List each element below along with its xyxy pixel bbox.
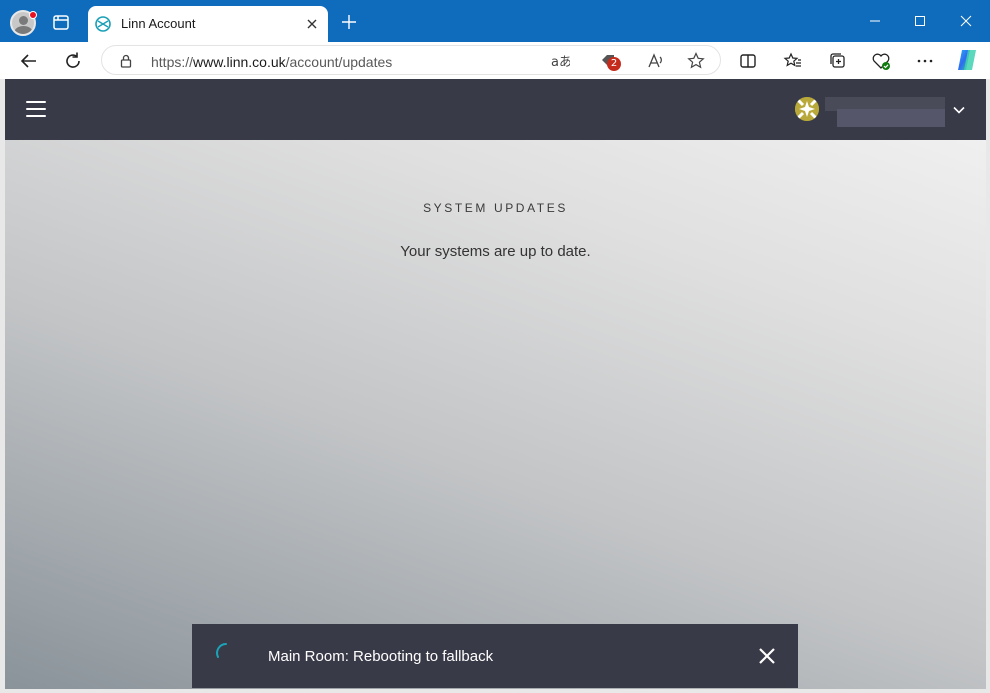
- url-text[interactable]: https://www.linn.co.uk/account/updates: [151, 54, 392, 70]
- notification-toast: Main Room: Rebooting to fallback: [192, 624, 798, 688]
- avatar[interactable]: [795, 97, 819, 121]
- toast-message: Main Room: Rebooting to fallback: [268, 648, 494, 665]
- favorites-icon[interactable]: [781, 49, 805, 73]
- refresh-icon[interactable]: [61, 49, 85, 73]
- profile-notification-dot: [29, 11, 37, 19]
- address-bar[interactable]: https://www.linn.co.uk/account/updates a…: [101, 45, 721, 75]
- browser-title-bar: Linn Account: [0, 0, 990, 42]
- extension-badge: 2: [607, 57, 621, 71]
- tab-title: Linn Account: [121, 16, 196, 31]
- split-screen-icon[interactable]: [736, 49, 760, 73]
- lock-icon[interactable]: [118, 53, 134, 69]
- menu-icon[interactable]: [26, 101, 46, 117]
- window-close-icon[interactable]: [954, 10, 978, 32]
- window-frame-right: [986, 79, 990, 693]
- translate-icon[interactable]: aあ: [550, 51, 572, 71]
- minimize-icon[interactable]: [863, 10, 887, 32]
- browser-essentials-icon[interactable]: [869, 49, 893, 73]
- copilot-icon[interactable]: [954, 47, 978, 71]
- svg-text:aあ: aあ: [551, 55, 570, 70]
- page-content: SYSTEM UPDATES Your systems are up to da…: [5, 79, 986, 689]
- browser-toolbar: https://www.linn.co.uk/account/updates a…: [0, 42, 990, 79]
- maximize-icon[interactable]: [908, 10, 932, 32]
- chevron-down-icon[interactable]: [952, 103, 966, 115]
- close-icon[interactable]: [302, 14, 322, 34]
- toast-close-icon[interactable]: [758, 647, 776, 665]
- url-host: www.linn.co.uk: [193, 54, 286, 70]
- url-prefix: https://: [151, 54, 194, 70]
- tab-linn-account[interactable]: Linn Account: [88, 6, 328, 42]
- collections-icon[interactable]: [826, 49, 850, 73]
- back-icon[interactable]: [17, 49, 41, 73]
- read-aloud-icon[interactable]: [646, 51, 666, 71]
- section-title: SYSTEM UPDATES: [423, 201, 568, 215]
- favorite-star-icon[interactable]: [686, 51, 706, 71]
- redacted-username[interactable]: [825, 97, 945, 129]
- window-frame-bottom: [0, 689, 990, 693]
- app-header: [5, 79, 986, 140]
- status-message: Your systems are up to date.: [400, 243, 591, 260]
- tab-actions-icon[interactable]: [48, 11, 74, 35]
- more-icon[interactable]: [913, 49, 937, 73]
- spinner-icon: [216, 643, 227, 658]
- url-path: /account/updates: [285, 54, 393, 70]
- new-tab-icon[interactable]: [338, 11, 360, 33]
- linn-favicon-icon: [95, 16, 111, 32]
